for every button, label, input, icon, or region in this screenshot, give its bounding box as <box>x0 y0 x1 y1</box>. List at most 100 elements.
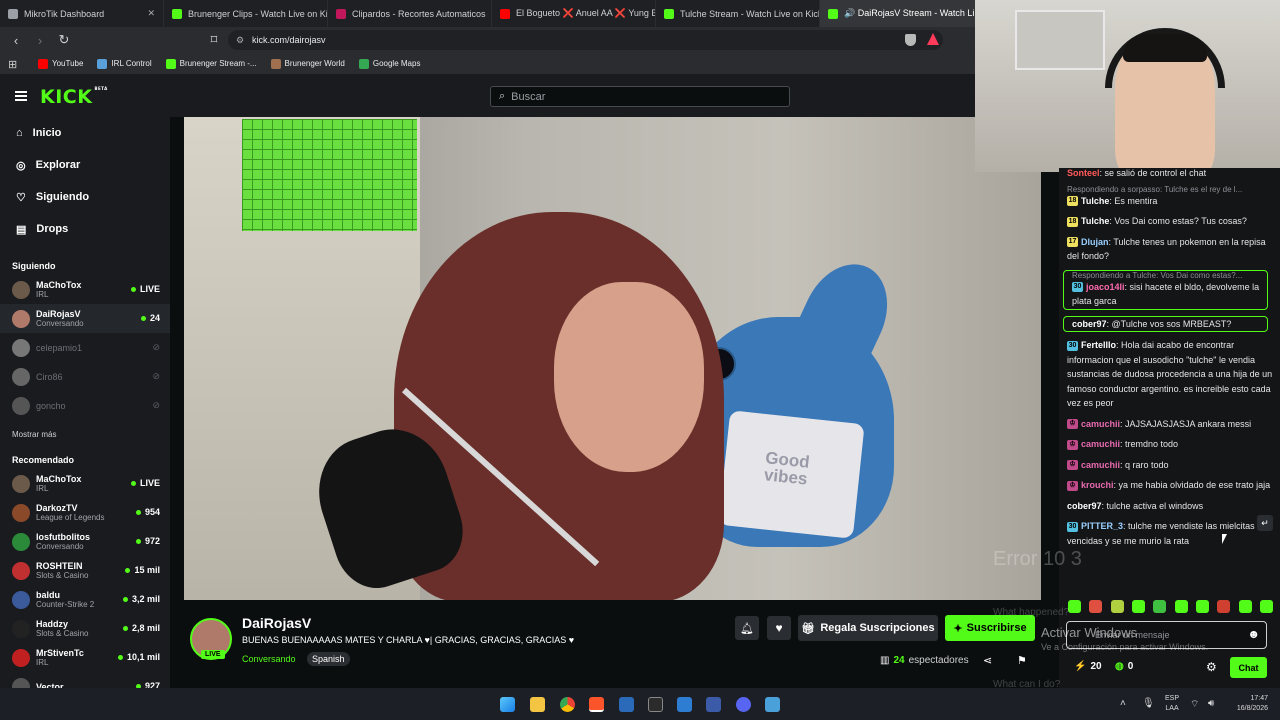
emote-icon[interactable] <box>1195 600 1209 613</box>
points-counter[interactable]: ⚡ 20 <box>1074 661 1102 672</box>
sidebar-channel[interactable]: ROSHTEIN Slots & Casino 15 mil <box>0 556 170 585</box>
browser-tab[interactable]: 🔊 DaiRojasV Stream - Watch Li✕ <box>820 0 984 27</box>
emote-icon[interactable] <box>1238 600 1252 613</box>
nav-drops[interactable]: ▤ Drops <box>0 213 170 245</box>
emote-icon[interactable] <box>1110 600 1124 613</box>
volume-icon[interactable]: 🔊︎ <box>1208 698 1214 709</box>
sidebar-channel[interactable]: goncho ⊘ <box>0 391 170 420</box>
back-icon[interactable]: ‹ <box>6 30 26 50</box>
chat-username[interactable]: cober97 <box>1072 319 1107 329</box>
browser-tab[interactable]: MikroTik Dashboard ✕ <box>0 0 164 27</box>
gift-subs-button[interactable]: 🎁︎ Regala Suscripciones <box>798 615 938 641</box>
app2-icon[interactable] <box>706 697 721 712</box>
follow-button[interactable]: ♥ <box>767 616 791 640</box>
sidebar-channel[interactable]: MaChoTox IRL LIVE <box>0 469 170 498</box>
rewards-icon[interactable] <box>927 33 939 45</box>
chrome-icon[interactable] <box>560 697 575 712</box>
chat-username[interactable]: Sonteel <box>1067 168 1100 178</box>
discord-icon[interactable] <box>736 697 751 712</box>
browser-tab[interactable]: Tulche Stream - Watch Live on Kick✕ <box>656 0 820 27</box>
chat-reply-context[interactable]: Respondiendo a sorpasso: Tulche es el re… <box>1059 185 1280 194</box>
tab-close-icon[interactable]: ✕ <box>147 8 155 19</box>
channel-names: Haddzy Slots & Casino <box>36 619 88 638</box>
emote-icon[interactable] <box>1068 600 1081 613</box>
chat-username[interactable]: joaco14li <box>1086 282 1125 292</box>
file-explorer-icon[interactable] <box>530 697 545 712</box>
terminal-icon[interactable] <box>648 697 663 712</box>
chat-username[interactable]: Fertelllo <box>1081 340 1116 350</box>
chat-username[interactable]: camuchii <box>1081 460 1120 470</box>
sidebar-channel[interactable]: baldu Counter-Strike 2 3,2 mil <box>0 585 170 614</box>
chat-username[interactable]: Dlujan <box>1081 237 1109 247</box>
brave-icon[interactable] <box>589 697 604 712</box>
share-icon[interactable]: ⋖ <box>983 654 992 667</box>
app-icon[interactable] <box>619 697 634 712</box>
browser-tab[interactable]: Brunenger Clips - Watch Live on Kick✕ <box>164 0 328 27</box>
emote-icon[interactable] <box>1131 600 1145 613</box>
chat-username[interactable]: camuchii <box>1081 439 1120 449</box>
channel-name[interactable]: DaiRojasV <box>242 615 311 631</box>
nav-explore[interactable]: ◎ Explorar <box>0 149 170 181</box>
chat-username[interactable]: camuchii <box>1081 419 1120 429</box>
url-field[interactable]: ⚙ kick.com/dairojasv <box>228 30 943 50</box>
vscode-icon[interactable] <box>677 697 692 712</box>
emote-icon[interactable] <box>1153 600 1167 613</box>
chat-reply-context[interactable]: Respondiendo a Tulche: Vos Dai como esta… <box>1064 271 1267 280</box>
sidebar-channel[interactable]: MrStivenTc IRL 10,1 mil <box>0 643 170 672</box>
clock[interactable]: 17:47 16/8/2026 <box>1228 694 1268 714</box>
bookmark-item[interactable]: YouTube <box>38 58 83 69</box>
sidebar-channel[interactable]: Haddzy Slots & Casino 2,8 mil <box>0 614 170 643</box>
reload-icon[interactable]: ↻ <box>54 30 74 50</box>
mic-icon[interactable]: 🎙︎ <box>1142 698 1155 709</box>
bookmark-item[interactable]: IRL Control <box>97 58 152 69</box>
apps-grid-icon[interactable]: ⊞ <box>8 58 17 71</box>
chat-send-button[interactable]: Chat <box>1230 657 1267 678</box>
emoji-icon[interactable]: ☻ <box>1247 627 1260 641</box>
site-settings-icon[interactable]: ⚙ <box>236 35 244 46</box>
nav-home[interactable]: ⌂ Inicio <box>0 117 170 149</box>
show-more-link[interactable]: Mostrar más <box>0 425 170 443</box>
browser-tab[interactable]: Clipardos - Recortes Automaticos✕ <box>328 0 492 27</box>
sidebar-channel[interactable]: celepamio1 ⊘ <box>0 333 170 362</box>
nav-following[interactable]: ♡ Siguiendo <box>0 181 170 213</box>
chat-username[interactable]: PITTER_3 <box>1081 521 1123 531</box>
bookmark-item[interactable]: Brunenger Stream -... <box>165 58 257 69</box>
chat-username[interactable]: Tulche <box>1081 196 1109 206</box>
scroll-to-bottom-icon[interactable]: ↵ <box>1257 515 1273 531</box>
windows-start-icon[interactable] <box>500 697 515 712</box>
forward-icon[interactable]: › <box>30 30 50 50</box>
emote-icon[interactable] <box>1089 600 1103 613</box>
subscribe-button[interactable]: ✦ Suscribirse <box>945 615 1035 641</box>
tray-chevron-icon[interactable]: ˄ <box>1120 698 1126 709</box>
sidebar-channel[interactable]: Ciro86 ⊘ <box>0 362 170 391</box>
bookmark-item[interactable]: Google Maps <box>358 58 420 69</box>
menu-icon[interactable] <box>15 91 27 101</box>
network-icon[interactable]: ⌔ <box>1190 698 1199 711</box>
chat-username[interactable]: krouchi <box>1081 480 1114 490</box>
brave-shield-icon[interactable] <box>905 34 916 46</box>
emote-icon[interactable] <box>1259 600 1273 613</box>
language-indicator[interactable]: ESP LAA <box>1165 694 1179 714</box>
browser-tab[interactable]: El Bogueto ❌ Anuel AA ❌ Yung Be✕ <box>492 0 656 27</box>
notification-button[interactable]: 🔔︎ <box>735 616 759 640</box>
category-link[interactable]: Conversando <box>242 654 296 664</box>
notepad-icon[interactable] <box>765 697 780 712</box>
chat-settings-icon[interactable]: ⚙ <box>1206 660 1217 674</box>
chat-username[interactable]: Tulche <box>1081 216 1109 226</box>
language-tag[interactable]: Spanish <box>307 652 350 666</box>
kicks-counter[interactable]: ◍ 0 <box>1115 661 1133 672</box>
chat-username[interactable]: cober97 <box>1067 501 1102 511</box>
sidebar-channel[interactable]: DarkozTV League of Legends 954 <box>0 498 170 527</box>
bookmark-item[interactable]: Brunenger World <box>270 58 345 69</box>
sidebar-channel[interactable]: MaChoTox IRL LIVE <box>0 275 170 304</box>
bookmark-icon[interactable]: ⌑ <box>204 30 224 50</box>
emote-icon[interactable] <box>1174 600 1188 613</box>
report-icon[interactable]: ⚑ <box>1017 654 1027 667</box>
sidebar-channel[interactable]: DaiRojasV Conversando 24 <box>0 304 170 333</box>
emote-icon[interactable] <box>1217 600 1231 613</box>
video-player[interactable]: Good vibes <box>184 117 1041 600</box>
tab-title: Tulche Stream - Watch Live on Kick <box>680 8 820 19</box>
kick-logo[interactable]: KICK BETA <box>40 86 108 108</box>
sidebar-channel[interactable]: losfutbolitos Conversando 972 <box>0 527 170 556</box>
search-input[interactable]: ⌕ Buscar <box>490 86 790 107</box>
